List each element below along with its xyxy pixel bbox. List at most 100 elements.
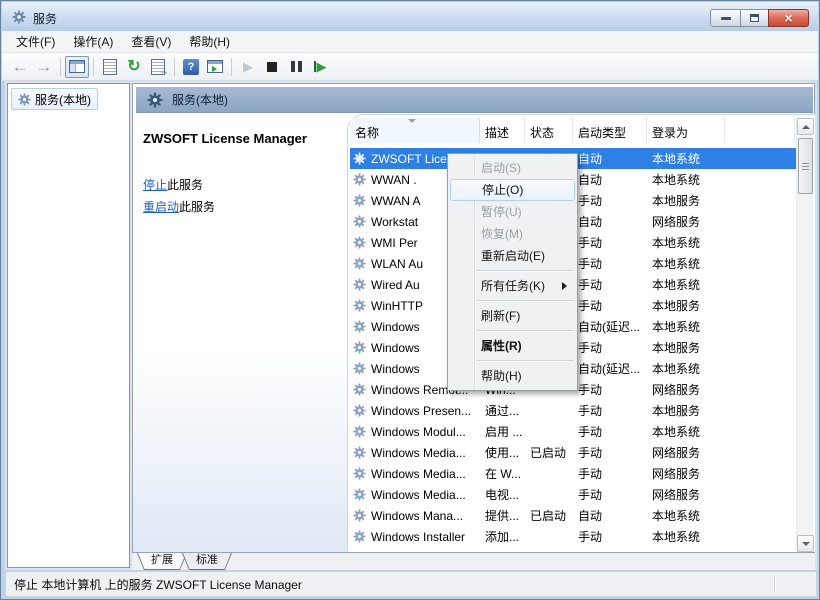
- service-gear-icon: [353, 194, 366, 207]
- menu-item-1[interactable]: 文件(F): [7, 30, 64, 53]
- service-description: 添加...: [480, 528, 525, 545]
- stop-service-line: 停止此服务: [143, 176, 203, 193]
- column-header-blank[interactable]: [725, 118, 795, 143]
- column-header-status[interactable]: 状态: [525, 118, 573, 143]
- service-logon-as: 本地服务: [647, 339, 725, 356]
- stop-service-button[interactable]: [260, 56, 284, 78]
- scroll-thumb[interactable]: [798, 138, 813, 194]
- show-console-tree-button[interactable]: [65, 56, 89, 78]
- service-startup-type: 自动: [573, 213, 647, 230]
- context-menu-separator: [477, 357, 574, 365]
- service-gear-icon: [353, 530, 366, 543]
- service-status: 已启动: [525, 444, 573, 461]
- service-logon-as: 网络服务: [647, 444, 725, 461]
- submenu-arrow-icon: [562, 282, 567, 290]
- pause-service-button[interactable]: [284, 56, 308, 78]
- service-gear-icon: [353, 488, 366, 501]
- service-logon-as: 本地服务: [647, 402, 725, 419]
- tab-label: 标准: [183, 553, 231, 569]
- service-name-text: WWAN A: [371, 194, 421, 208]
- service-row[interactable]: Windows Media...使用...已启动手动网络服务: [350, 442, 796, 463]
- service-logon-as: 本地系统: [647, 150, 725, 167]
- service-startup-type: 手动: [573, 402, 647, 419]
- service-row[interactable]: Windows Media...在 W...手动网络服务: [350, 463, 796, 484]
- tab-extended[interactable]: 扩展: [137, 553, 187, 570]
- title-bar[interactable]: 服务 ×: [2, 2, 818, 31]
- service-startup-type: 手动: [573, 255, 647, 272]
- start-service-button[interactable]: ▶: [236, 56, 260, 78]
- view-tabs: 扩展标准: [132, 552, 815, 570]
- service-row[interactable]: Windows Modul...启用 ...手动本地系统: [350, 421, 796, 442]
- restart-service-icon: ▶: [314, 60, 327, 73]
- service-name: Windows Mana...: [350, 509, 480, 523]
- service-name-text: Windows Installer: [371, 530, 465, 544]
- service-name-text: Windows Media...: [371, 488, 466, 502]
- service-gear-icon: [353, 173, 366, 186]
- service-startup-type: 自动: [573, 171, 647, 188]
- menu-item-3[interactable]: 查看(V): [122, 30, 180, 53]
- context-menu-item-11[interactable]: 属性(R): [450, 335, 575, 357]
- service-logon-as: 网络服务: [647, 486, 725, 503]
- service-logon-as: 本地系统: [647, 276, 725, 293]
- menu-item-2[interactable]: 操作(A): [64, 30, 122, 53]
- column-header-logon-as[interactable]: 登录为: [647, 118, 725, 143]
- context-menu-item-9[interactable]: 刷新(F): [450, 305, 575, 327]
- service-startup-type: 自动(延迟...: [573, 318, 647, 335]
- service-description: 在 W...: [480, 465, 525, 482]
- sort-descending-icon: [408, 119, 416, 123]
- column-headers: 名称描述状态启动类型登录为: [350, 118, 795, 143]
- service-logon-as: 本地系统: [647, 507, 725, 524]
- service-startup-type: 手动: [573, 339, 647, 356]
- service-startup-type: 自动: [573, 507, 647, 524]
- console-tree-panel: 服务(本地): [7, 83, 130, 568]
- restart-service-link[interactable]: 重启动: [143, 200, 179, 214]
- properties-button[interactable]: [98, 56, 122, 78]
- context-menu-item-13[interactable]: 帮助(H): [450, 365, 575, 387]
- service-logon-as: 网络服务: [647, 213, 725, 230]
- help-button[interactable]: ?: [179, 56, 203, 78]
- scroll-up-button[interactable]: [797, 118, 814, 135]
- restart-service-button[interactable]: ▶: [308, 56, 332, 78]
- help-icon: ?: [183, 59, 199, 75]
- context-menu: 启动(S)停止(O)暂停(U)恢复(M)重新启动(E)所有任务(K)刷新(F)属…: [447, 153, 578, 391]
- close-button[interactable]: ×: [768, 9, 809, 27]
- service-row[interactable]: Windows Media...电视...手动网络服务: [350, 484, 796, 505]
- context-menu-separator: [477, 267, 574, 275]
- service-row[interactable]: Windows Installer添加...手动本地系统: [350, 526, 796, 547]
- forward-button[interactable]: →: [32, 56, 56, 78]
- service-gear-icon: [353, 425, 366, 438]
- service-logon-as: 本地系统: [647, 171, 725, 188]
- column-header-description[interactable]: 描述: [480, 118, 525, 143]
- service-row[interactable]: Windows Mana...提供...已启动自动本地系统: [350, 505, 796, 526]
- minimize-button[interactable]: [710, 9, 741, 27]
- status-text: 停止 本地计算机 上的服务 ZWSOFT License Manager: [14, 576, 302, 593]
- service-row[interactable]: Windows Presen...通过...手动本地服务: [350, 400, 796, 421]
- stop-service-link[interactable]: 停止: [143, 178, 167, 192]
- context-menu-item-7[interactable]: 所有任务(K): [450, 275, 575, 297]
- column-header-name[interactable]: 名称: [350, 118, 480, 143]
- export-list-button[interactable]: →: [146, 56, 170, 78]
- status-bar-divider: [774, 576, 775, 592]
- context-menu-item-5[interactable]: 重新启动(E): [450, 245, 575, 267]
- toolbar-separator: [60, 58, 61, 76]
- context-menu-item-2[interactable]: 停止(O): [450, 179, 575, 201]
- service-description: 电视...: [480, 486, 525, 503]
- maximize-button[interactable]: [740, 9, 769, 27]
- panel-header-label: 服务(本地): [172, 91, 228, 108]
- scroll-down-button[interactable]: [797, 535, 814, 552]
- service-logon-as: 本地系统: [647, 234, 725, 251]
- service-status: 已启动: [525, 507, 573, 524]
- back-button[interactable]: ←: [8, 56, 32, 78]
- vertical-scrollbar[interactable]: [796, 118, 813, 552]
- window-controls: ×: [710, 9, 809, 27]
- service-name-text: Windows Presen...: [371, 404, 471, 418]
- tree-item-services-local[interactable]: 服务(本地): [11, 88, 98, 110]
- column-header-startup-type[interactable]: 启动类型: [573, 118, 647, 143]
- refresh-button[interactable]: ↻: [122, 56, 146, 78]
- service-gear-icon: [353, 341, 366, 354]
- show-action-pane-button[interactable]: [203, 56, 227, 78]
- tab-standard[interactable]: 标准: [182, 553, 232, 570]
- stop-link-suffix: 此服务: [167, 178, 203, 192]
- service-description: 提供...: [480, 507, 525, 524]
- menu-item-4[interactable]: 帮助(H): [180, 30, 239, 53]
